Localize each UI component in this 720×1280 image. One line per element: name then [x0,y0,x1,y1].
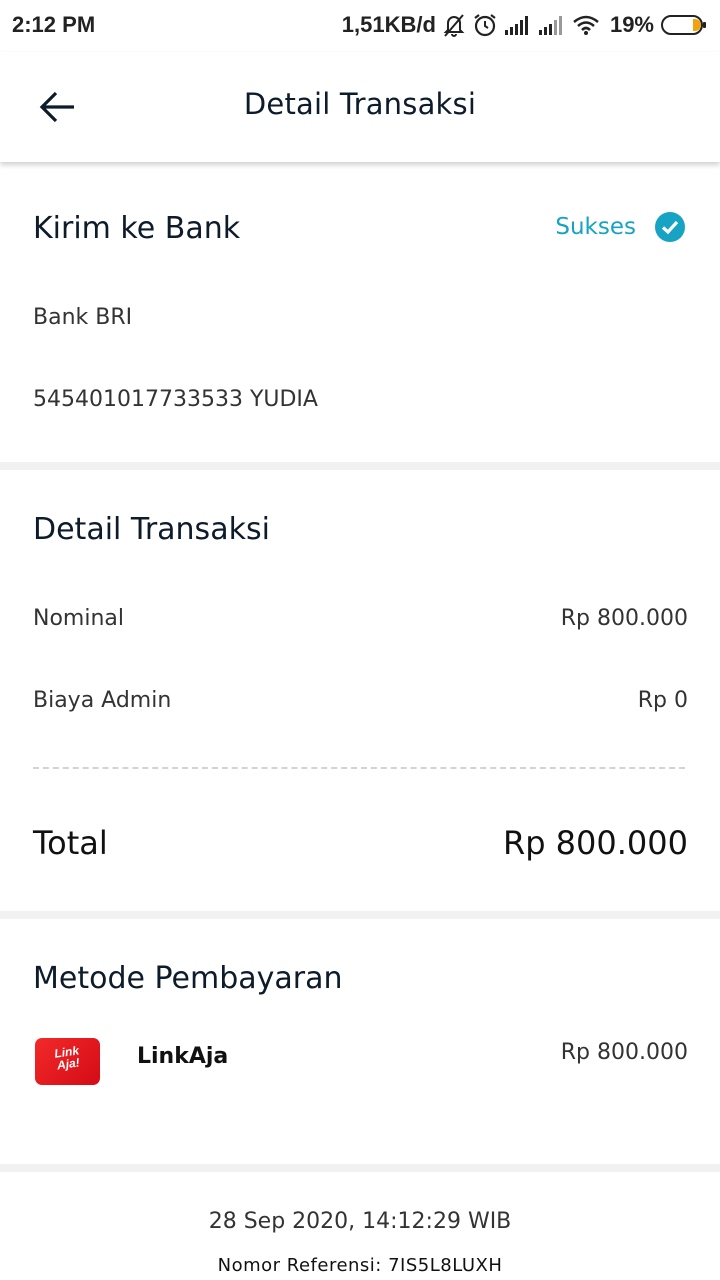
status-icons: 1,51KB/d 19% [342,10,708,40]
bell-off-icon [442,12,466,38]
wifi-icon [572,14,600,36]
total-label: Total [33,824,108,862]
status-badge: Sukses [555,211,686,243]
nominal-label: Nominal [33,606,124,631]
transfer-title: Kirim ke Bank [33,211,241,246]
transaction-date: 28 Sep 2020, 14:12:29 WIB [208,1209,512,1234]
status-bar: 2:12 PM 1,51KB/d 19% [0,0,720,52]
signal-icon [504,14,532,36]
check-circle-icon [655,212,685,242]
nominal-value: Rp 800.000 [560,606,688,631]
alarm-icon [472,12,498,38]
status-time: 2:12 PM [12,12,96,37]
divider [0,462,720,470]
bank-name: Bank BRI [33,305,133,330]
dashed-divider [33,767,685,769]
signal-icon [538,14,566,36]
app-bar: Detail Transaksi [0,52,720,162]
admin-fee-value: Rp 0 [637,688,688,713]
reference-number: Nomor Referensi: 7IS5L8LUXH [217,1255,503,1276]
battery-percent: 19% [609,12,654,37]
page-title: Detail Transaksi [243,87,477,121]
payment-amount: Rp 800.000 [560,1040,688,1065]
details-title: Detail Transaksi [33,512,270,547]
divider [0,911,720,919]
divider [0,1164,720,1172]
payment-method-name: LinkAja [137,1044,229,1069]
total-value: Rp 800.000 [502,824,688,862]
account-number: 545401017733533 YUDIA [33,387,318,412]
status-label: Sukses [555,214,636,240]
payment-method-title: Metode Pembayaran [33,961,343,996]
network-speed: 1,51KB/d [341,12,436,37]
linkaja-logo: Link Aja! [35,1038,100,1085]
battery-icon [660,13,708,37]
admin-fee-label: Biaya Admin [33,688,172,713]
